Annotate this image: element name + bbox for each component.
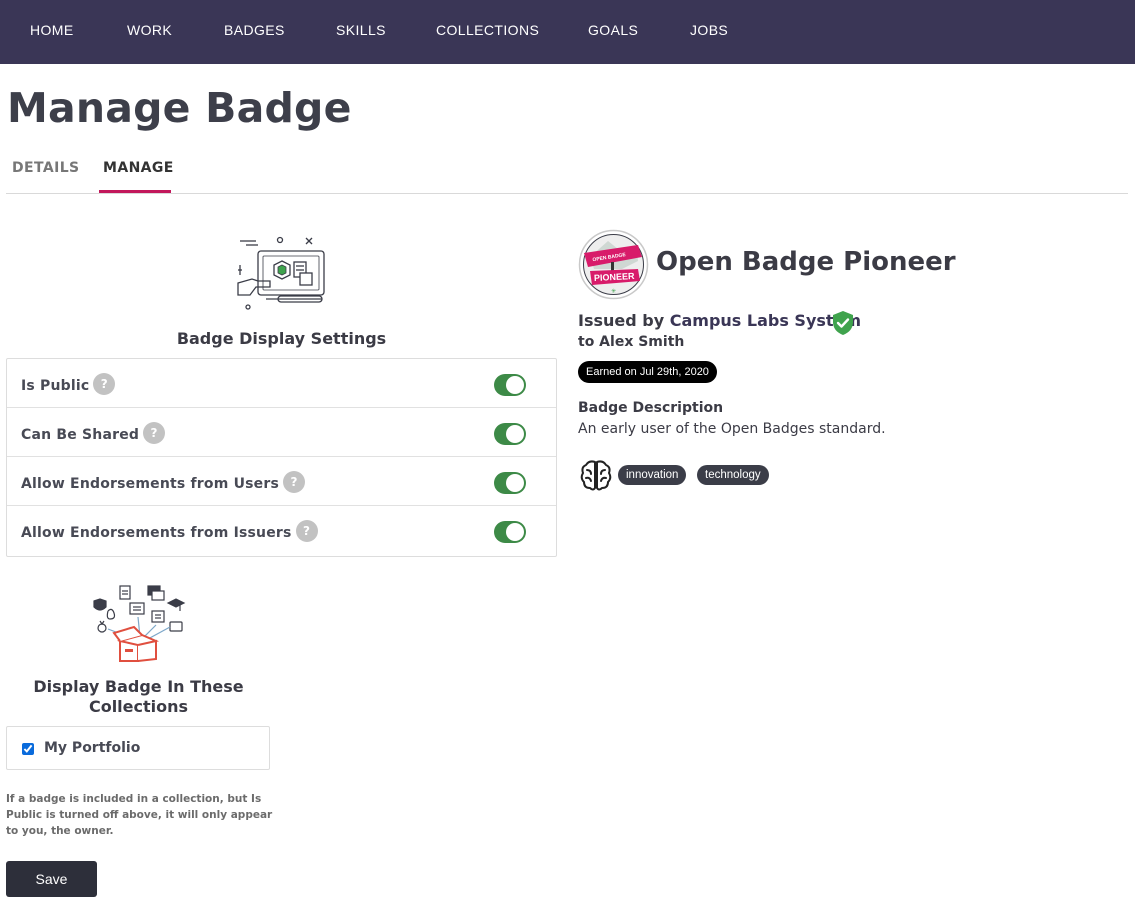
save-button[interactable]: Save: [6, 861, 97, 897]
setting-label: Allow Endorsements from Issuers?: [21, 520, 318, 544]
toggle-knob: [506, 376, 524, 394]
setting-label-text: Allow Endorsements from Issuers: [21, 525, 292, 541]
badge-recipient: to Alex Smith: [578, 334, 685, 350]
badge-name: Open Badge Pioneer: [656, 247, 956, 277]
tablet-badge-illustration: [237, 236, 325, 310]
page-title: Manage Badge: [7, 84, 352, 132]
help-icon[interactable]: ?: [295, 520, 318, 542]
tab-bar: DETAILS MANAGE: [6, 150, 1128, 194]
open-badge-pioneer-badge: OPEN BADGE PIONEER ✳: [578, 229, 649, 300]
setting-row-can-be-shared: Can Be Shared?: [7, 408, 556, 457]
setting-row-endorse-issuers: Allow Endorsements from Issuers?: [7, 506, 556, 555]
help-icon[interactable]: ?: [93, 373, 116, 395]
tag-technology[interactable]: technology: [697, 465, 769, 485]
setting-label-text: Is Public: [21, 378, 90, 394]
setting-label: Can Be Shared?: [21, 422, 166, 446]
nav-badges[interactable]: BADGES: [224, 22, 285, 38]
tag-innovation[interactable]: innovation: [618, 465, 687, 485]
collections-note: If a badge is included in a collection, …: [6, 793, 273, 837]
nav-collections[interactable]: COLLECTIONS: [436, 22, 539, 38]
tab-manage[interactable]: MANAGE: [103, 160, 174, 176]
svg-text:✳: ✳: [611, 288, 616, 295]
collection-item-my-portfolio[interactable]: My Portfolio: [6, 726, 270, 770]
display-settings-panel: Is Public? Can Be Shared? Allow Endorsem…: [6, 358, 557, 557]
active-tab-indicator: [99, 190, 171, 193]
is-public-toggle[interactable]: [494, 374, 526, 396]
nav-home[interactable]: HOME: [30, 22, 74, 38]
endorse-users-toggle[interactable]: [494, 472, 526, 494]
nav-jobs[interactable]: JOBS: [690, 22, 728, 38]
tab-details[interactable]: DETAILS: [12, 160, 80, 176]
shield-check-icon: [833, 311, 853, 335]
help-icon[interactable]: ?: [283, 471, 306, 493]
help-icon[interactable]: ?: [143, 422, 166, 444]
setting-label: Is Public?: [21, 373, 116, 397]
nav-work[interactable]: WORK: [127, 22, 172, 38]
badge-description: An early user of the Open Badges standar…: [578, 421, 886, 437]
top-nav: HOME WORK BADGES SKILLS COLLECTIONS GOAL…: [0, 0, 1135, 64]
nav-goals[interactable]: GOALS: [588, 22, 638, 38]
toggle-knob: [506, 523, 524, 541]
display-settings-heading: Badge Display Settings: [176, 329, 387, 348]
collection-label: My Portfolio: [44, 740, 141, 756]
setting-label: Allow Endorsements from Users?: [21, 471, 306, 495]
issued-by-prefix: Issued by: [578, 311, 665, 330]
toggle-knob: [506, 474, 524, 492]
endorse-issuers-toggle[interactable]: [494, 521, 526, 543]
nav-skills[interactable]: SKILLS: [336, 22, 386, 38]
setting-row-is-public: Is Public?: [7, 359, 556, 408]
can-be-shared-toggle[interactable]: [494, 423, 526, 445]
collections-heading: Display Badge In These Collections: [33, 677, 244, 716]
badge-description-title: Badge Description: [578, 400, 724, 416]
toggle-knob: [506, 425, 524, 443]
collections-box-illustration: [93, 585, 186, 662]
issued-by: Issued by Campus Labs System: [578, 311, 861, 330]
setting-label-text: Can Be Shared: [21, 427, 140, 443]
my-portfolio-checkbox[interactable]: [22, 743, 34, 755]
earned-date-badge: Earned on Jul 29th, 2020: [578, 361, 717, 383]
brain-icon: [580, 460, 612, 491]
setting-label-text: Allow Endorsements from Users: [21, 476, 280, 492]
setting-row-endorse-users: Allow Endorsements from Users?: [7, 457, 556, 506]
